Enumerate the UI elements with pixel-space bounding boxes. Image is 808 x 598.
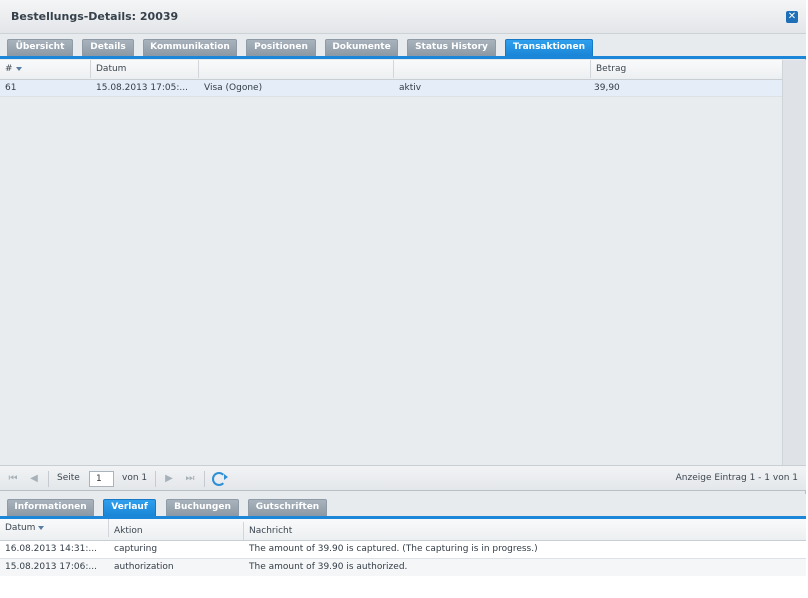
page-label: Seite [57,473,80,483]
cell-action: authorization [114,562,174,572]
cell-status: aktiv [399,83,422,93]
transactions-grid-body: 61 15.08.2013 17:05:... Visa (Ogone) akt… [0,80,782,465]
last-page-icon[interactable]: ⏭ [184,473,196,485]
page-number-input[interactable]: 1 [89,471,114,487]
column-header-datum[interactable]: Datum [0,519,109,537]
tab-status-history[interactable]: Status History [407,39,496,56]
cell-date: 15.08.2013 17:05:... [96,83,188,93]
toolbar-separator [204,471,205,487]
tabstrip-underline [0,56,806,59]
cell-date: 16.08.2013 14:31:... [5,544,97,554]
transactions-scrollbar[interactable] [782,60,806,465]
column-header-id[interactable]: # [0,60,91,78]
tab-details[interactable]: Details [82,39,134,56]
prev-page-icon[interactable]: ◀ [28,473,40,485]
cell-action: capturing [114,544,158,554]
tab-dokumente[interactable]: Dokumente [325,39,398,56]
window-title: Bestellungs-Details: 20039 [11,10,179,23]
toolbar-separator [155,471,156,487]
column-header-nachricht[interactable]: Nachricht [244,522,806,540]
toolbar-separator [48,471,49,487]
tab-informationen[interactable]: Informationen [7,499,94,516]
close-icon[interactable]: ✕ [786,11,798,23]
table-row[interactable]: 15.08.2013 17:06:... authorization The a… [0,559,806,577]
first-page-icon[interactable]: ⏮ [7,473,19,485]
window-titlebar[interactable]: Bestellungs-Details: 20039 ✕ [0,0,806,34]
column-header-status[interactable] [394,60,591,78]
table-row[interactable]: 61 15.08.2013 17:05:... Visa (Ogone) akt… [0,80,782,97]
next-page-icon[interactable]: ▶ [163,473,175,485]
cell-message: The amount of 39.90 is authorized. [249,562,408,572]
cell-id: 61 [5,83,17,93]
column-header-id-label: # [5,64,13,74]
table-row[interactable]: 16.08.2013 14:31:... capturing The amoun… [0,541,806,559]
column-header-datum-label: Datum [5,523,36,533]
paging-info: Anzeige Eintrag 1 - 1 von 1 [675,473,798,483]
cell-amount: 39,90 [594,83,620,93]
transactions-grid-header: # Datum Betrag [0,60,782,80]
tab-positionen[interactable]: Positionen [246,39,316,56]
page-count-label: von 1 [122,473,148,483]
sort-desc-icon [38,525,45,530]
tab-verlauf[interactable]: Verlauf [103,499,156,516]
cell-method: Visa (Ogone) [204,83,263,93]
cell-message: The amount of 39.90 is captured. (The ca… [249,544,538,554]
order-details-window: Bestellungs-Details: 20039 ✕ Übersicht D… [0,0,806,598]
bottom-tabstrip: Informationen Verlauf Buchungen Gutschri… [0,494,806,519]
tab-uebersicht[interactable]: Übersicht [7,39,73,56]
column-header-betrag[interactable]: Betrag [591,60,782,78]
cell-date: 15.08.2013 17:06:... [5,562,97,572]
tab-buchungen[interactable]: Buchungen [166,499,239,516]
tab-gutschriften[interactable]: Gutschriften [248,499,327,516]
refresh-icon[interactable] [212,472,228,486]
paging-toolbar: ⏮ ◀ Seite 1 von 1 ▶ ⏭ Anzeige Eintrag 1 … [0,465,806,491]
top-tabstrip: Übersicht Details Kommunikation Position… [0,34,806,59]
column-header-method[interactable] [199,60,394,78]
history-grid-header: Datum Aktion Nachricht [0,519,806,541]
sort-desc-icon [15,66,22,71]
column-header-datum[interactable]: Datum [91,60,199,78]
tab-transaktionen[interactable]: Transaktionen [505,39,593,56]
history-grid-body [0,576,806,598]
column-header-aktion[interactable]: Aktion [109,522,244,540]
tab-kommunikation[interactable]: Kommunikation [143,39,237,56]
